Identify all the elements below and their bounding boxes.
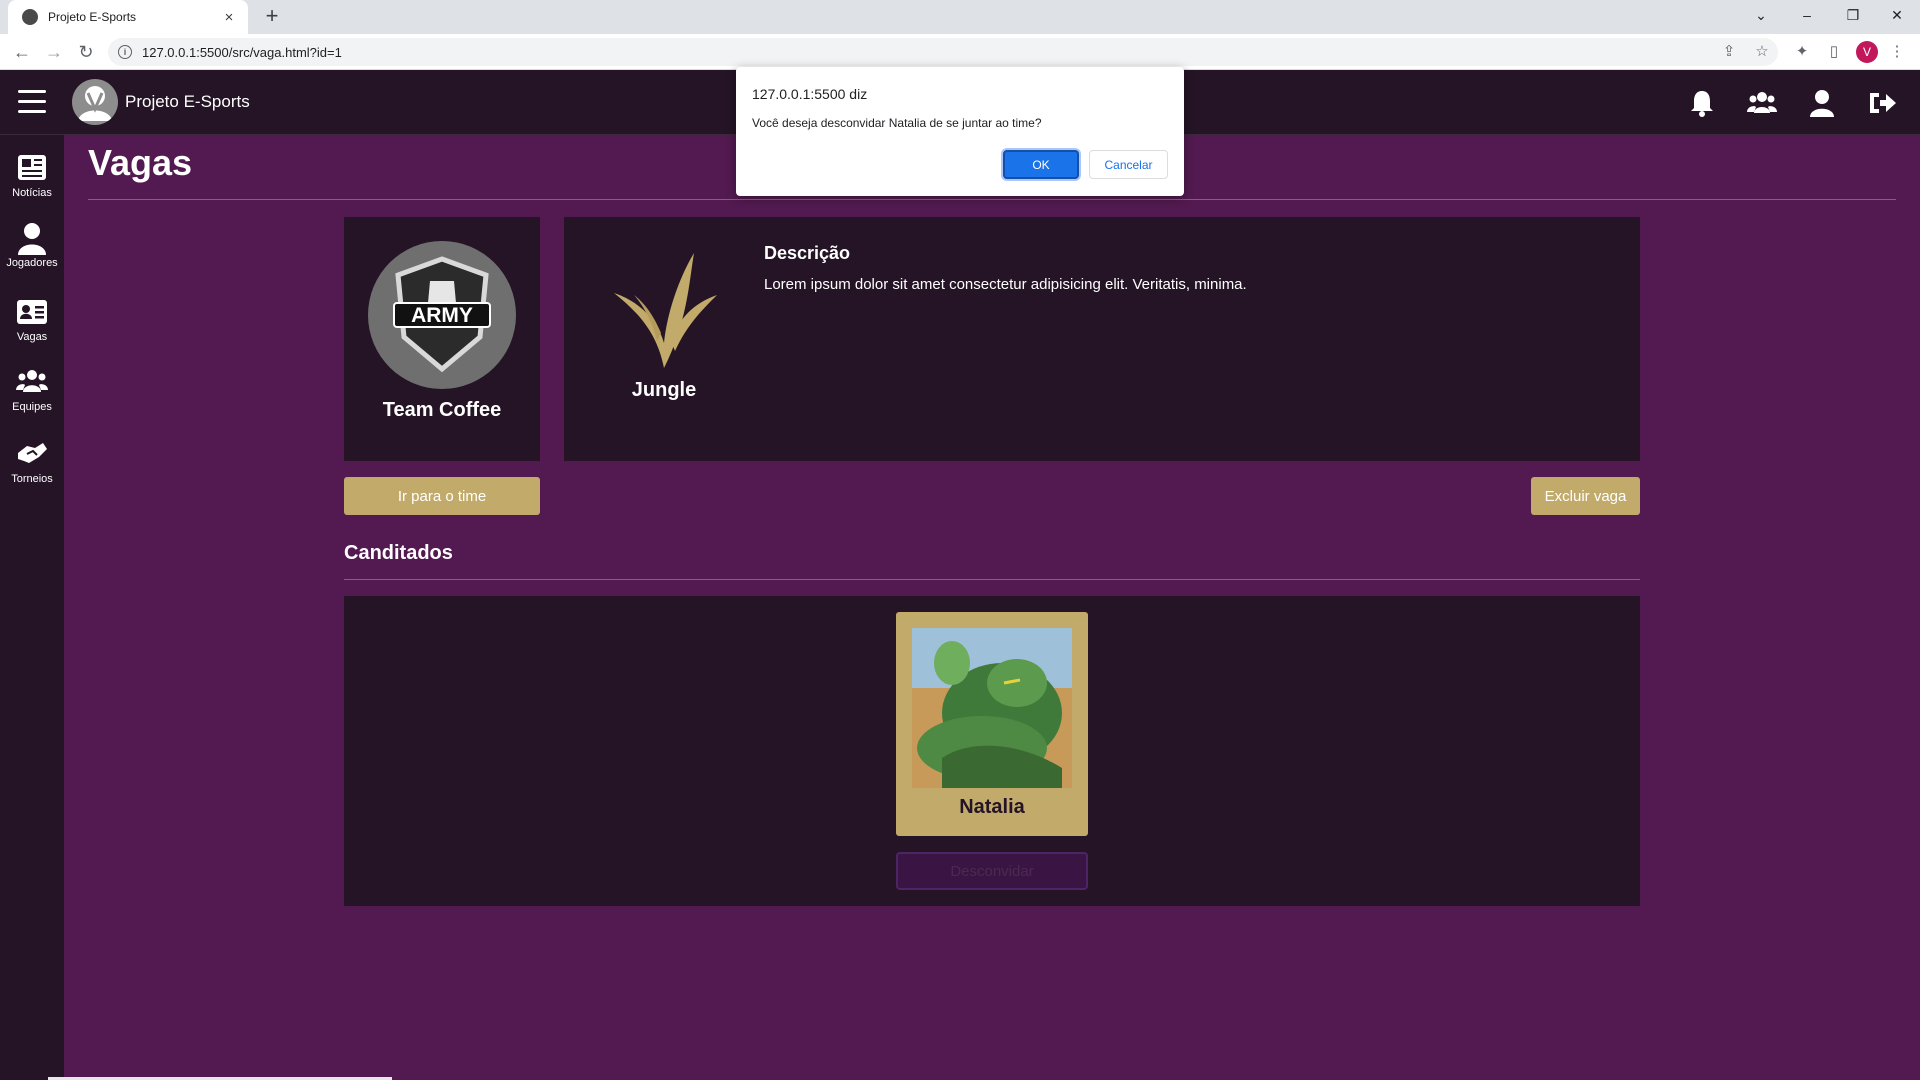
sidebar-label: Torneios [11,473,53,485]
browser-menu-icon[interactable]: ⋮ [1886,41,1908,63]
sidebar-item-vagas[interactable]: Vagas [0,295,64,355]
delete-vacancy-button[interactable]: Excluir vaga [1531,477,1640,515]
description-text: Lorem ipsum dolor sit amet consectetur a… [764,276,1247,293]
sidebar-label: Equipes [12,401,52,413]
users-icon [16,370,48,392]
sidebar-label: Notícias [12,187,52,199]
shield-icon: ARMY [393,256,491,373]
favicon-icon [22,9,38,25]
candidate-card[interactable]: Natalia [896,612,1088,836]
cancel-button[interactable]: Cancelar [1089,150,1168,179]
candidate-name: Natalia [959,796,1025,818]
menu-icon[interactable] [18,90,46,114]
newspaper-icon [18,155,46,180]
close-window-icon[interactable]: ✕ [1874,0,1920,30]
sidebar-item-noticias[interactable]: Notícias [0,151,64,211]
id-card-icon [17,300,47,324]
back-icon[interactable]: ← [8,38,36,66]
jungle-role-icon [614,253,717,368]
role-name: Jungle [631,379,697,401]
description-card: Jungle Descrição Lorem ipsum dolor sit a… [564,217,1640,461]
new-tab-button[interactable]: + [258,3,286,31]
description-title: Descrição [764,243,851,263]
browser-toolbar: ← → ↻ i 127.0.0.1:5500/src/vaga.html?id=… [0,34,1920,70]
share-icon[interactable]: ⇪ [1718,41,1740,63]
user-icon[interactable] [1806,87,1838,119]
address-bar[interactable]: i 127.0.0.1:5500/src/vaga.html?id=1 [108,38,1778,66]
sidebar-label: Vagas [16,331,48,343]
extensions-icon[interactable]: ✦ [1791,41,1813,63]
page-title: Vagas [88,142,193,183]
browser-tab[interactable]: Projeto E-Sports × [8,0,248,34]
sidebar-item-jogadores[interactable]: Jogadores [0,221,64,281]
team-logo-text: ARMY [411,304,473,327]
tab-close-icon[interactable]: × [220,9,238,26]
team-name: Team Coffee [382,399,502,421]
app-logo[interactable] [72,79,118,125]
divider [88,199,1896,200]
team-card: ARMY Team Coffee [344,217,540,461]
confirm-dialog: 127.0.0.1:5500 diz Você deseja desconvid… [736,67,1184,196]
tab-search-icon[interactable]: ⌄ [1738,0,1784,30]
user-icon [18,223,46,255]
bookmark-star-icon[interactable]: ☆ [1751,41,1773,63]
dialog-message: Você deseja desconvidar Natalia de se ju… [752,116,1042,130]
handshake-icon [18,443,47,463]
minimize-icon[interactable]: – [1784,0,1830,30]
reload-icon[interactable]: ↻ [72,38,100,66]
divider [344,579,1640,580]
users-icon[interactable] [1746,87,1778,119]
restore-icon[interactable]: ❐ [1830,0,1876,30]
uninvite-button[interactable]: Desconvidar [896,852,1088,890]
bell-icon[interactable] [1686,87,1718,119]
candidate-avatar-image [912,628,1072,788]
site-info-icon[interactable]: i [118,45,132,59]
go-to-team-button[interactable]: Ir para o time [344,477,540,515]
profile-avatar[interactable]: V [1856,41,1878,63]
ok-button[interactable]: OK [1003,150,1079,179]
app-logo-icon [78,86,112,121]
browser-tabstrip: Projeto E-Sports × + ⌄ – ❐ ✕ [0,0,1920,34]
dialog-origin: 127.0.0.1:5500 diz [752,86,868,102]
tab-title: Projeto E-Sports [48,10,137,24]
candidate-avatar [912,628,1072,788]
sidebar-item-torneios[interactable]: Torneios [0,437,64,497]
candidates-panel: Natalia Desconvidar [344,596,1640,906]
sidebar-label: Jogadores [6,257,58,269]
sidebar: Notícias Jogadores Vagas Equipes Torneio… [0,135,64,1080]
team-logo: ARMY [368,241,516,389]
candidates-title: Canditados [344,542,453,564]
sidebar-item-equipes[interactable]: Equipes [0,365,64,425]
forward-icon[interactable]: → [40,38,68,66]
app-title[interactable]: Projeto E-Sports [125,92,250,112]
side-panel-icon[interactable]: ▯ [1823,41,1845,63]
url-text: 127.0.0.1:5500/src/vaga.html?id=1 [142,44,342,60]
logout-icon[interactable] [1866,87,1898,119]
